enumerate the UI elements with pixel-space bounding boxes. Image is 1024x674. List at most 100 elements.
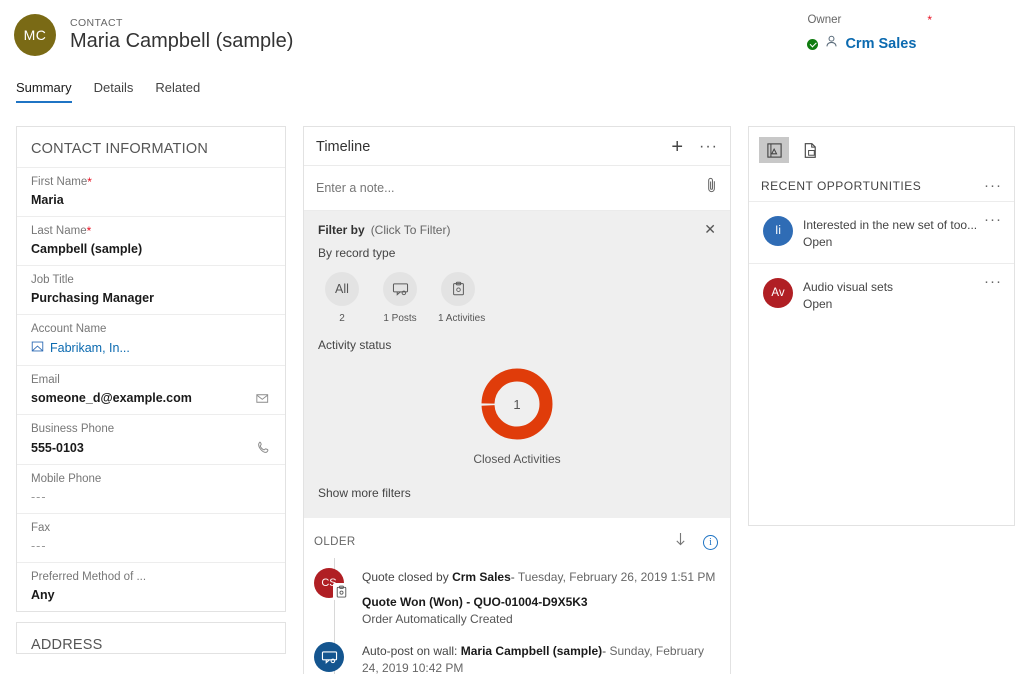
opportunity-more-commands-icon[interactable]: ···	[984, 212, 1002, 227]
chip-all-glyph: All	[325, 272, 359, 306]
required-indicator: *	[87, 175, 92, 189]
filter-subtitle: By record type	[318, 246, 396, 260]
section-more-commands-icon[interactable]: ···	[984, 178, 1002, 193]
field-value[interactable]: 555-0103	[31, 441, 84, 455]
field-label: Email	[31, 374, 60, 386]
field-label: Fax	[31, 522, 51, 534]
entry-timestamp: Tuesday, February 26, 2019 1:51 PM	[517, 570, 716, 584]
add-timeline-record-icon[interactable]: +	[671, 137, 683, 157]
field-label: Last Name	[31, 225, 87, 237]
avatar: MC	[14, 14, 56, 56]
field-value[interactable]: someone_d@example.com	[31, 391, 192, 405]
info-icon[interactable]: i	[703, 534, 718, 550]
close-icon[interactable]: ✕	[704, 222, 716, 236]
entry-actor: Maria Campbell (sample)	[460, 644, 603, 658]
tab-relationship-assistant[interactable]	[759, 137, 789, 163]
field-business-phone: Business Phone 555-0103	[17, 414, 285, 464]
required-indicator: *	[927, 13, 932, 27]
entry-subject: Quote Won (Won) - QUO-01004-D9X5K3	[362, 595, 588, 609]
timeline-more-commands-icon[interactable]: ···	[699, 139, 718, 155]
attachment-icon[interactable]	[706, 177, 718, 199]
field-label: First Name	[31, 176, 88, 188]
timeline-header: Timeline + ···	[304, 127, 730, 166]
person-icon	[824, 34, 839, 54]
field-mobile-phone: Mobile Phone ---	[17, 464, 285, 513]
post-icon	[383, 272, 417, 306]
tab-details[interactable]: Details	[94, 80, 134, 101]
opportunity-status: Open	[803, 235, 833, 249]
donut-ring: 1	[479, 366, 555, 442]
field-preferred-method: Preferred Method of ... Any	[17, 562, 285, 611]
phone-icon[interactable]	[256, 440, 271, 455]
opportunity-more-commands-icon[interactable]: ···	[984, 274, 1002, 289]
field-value[interactable]: ---	[31, 539, 47, 553]
opportunity-status: Open	[803, 297, 833, 311]
field-value[interactable]: Maria	[31, 193, 64, 207]
filter-hint: (Click To Filter)	[370, 223, 451, 237]
chip-posts-count: 1 Posts	[383, 313, 417, 324]
list-item[interactable]: Av Audio visual sets Open ···	[749, 263, 1014, 325]
record-identity: MC CONTACT Maria Campbell (sample)	[0, 14, 293, 56]
page-title: Maria Campbell (sample)	[70, 30, 294, 52]
tab-summary[interactable]: Summary	[16, 80, 72, 103]
entry-description: Order Automatically Created	[362, 612, 513, 626]
right-panel-card: RECENT OPPORTUNITIES ··· Ii Interested i…	[748, 126, 1015, 526]
timeline-title: Timeline	[316, 139, 371, 155]
chip-all[interactable]: All 2	[322, 272, 362, 324]
account-lookup-link[interactable]: Fabrikam, In...	[31, 340, 130, 356]
presence-available-icon	[807, 38, 819, 50]
record-type-label: CONTACT	[70, 17, 123, 29]
entry-prefix: Auto-post on wall:	[362, 644, 458, 658]
timeline-note-input[interactable]: Enter a note...	[304, 166, 730, 211]
field-label: Mobile Phone	[31, 473, 102, 485]
show-more-filters-link[interactable]: Show more filters	[318, 486, 716, 500]
older-label: OLDER	[314, 536, 356, 548]
account-entity-icon	[31, 340, 44, 356]
entry-actor: Crm Sales	[452, 570, 511, 584]
activity-status-label: Activity status	[318, 338, 392, 352]
chip-activities[interactable]: 1 Activities	[438, 272, 486, 324]
field-last-name: Last Name * Campbell (sample)	[17, 216, 285, 265]
owner-label: Owner	[807, 14, 842, 26]
field-value[interactable]: ---	[31, 490, 47, 504]
chip-activities-count: 1 Activities	[438, 313, 486, 324]
tab-related-documents[interactable]	[795, 137, 825, 163]
owner-label-row: Owner *	[807, 14, 932, 26]
record-type-chips: All 2 1 Posts 1 Activities	[318, 272, 716, 324]
field-value[interactable]: Any	[31, 588, 55, 602]
timeline-entry[interactable]: CS Quote closed by Crm Sales- Tuesday, F…	[314, 558, 730, 632]
column-right: RECENT OPPORTUNITIES ··· Ii Interested i…	[748, 126, 1015, 526]
timeline-entry[interactable]: Auto-post on wall: Maria Campbell (sampl…	[314, 632, 730, 674]
field-label: Preferred Method of ...	[31, 571, 147, 583]
field-value[interactable]: Campbell (sample)	[31, 242, 142, 256]
form-columns: CONTACT INFORMATION First Name * Maria La…	[0, 110, 1024, 674]
recent-opportunities-title: RECENT OPPORTUNITIES	[761, 179, 922, 193]
list-item[interactable]: Ii Interested in the new set of too... O…	[749, 201, 1014, 263]
field-label: Job Title	[31, 274, 74, 286]
clipboard-icon	[441, 272, 475, 306]
chip-posts[interactable]: 1 Posts	[380, 272, 420, 324]
address-card-title: ADDRESS	[31, 637, 103, 653]
tab-related[interactable]: Related	[155, 80, 200, 101]
donut-caption: Closed Activities	[473, 452, 561, 466]
owner-name-link[interactable]: Crm Sales	[845, 36, 916, 52]
field-label: Business Phone	[31, 423, 115, 435]
column-middle: Timeline + ··· Enter a note... Filter by	[303, 126, 731, 674]
timeline-older-header: OLDER i	[304, 518, 730, 558]
clipboard-icon	[333, 583, 350, 600]
field-value[interactable]: Purchasing Manager	[31, 291, 154, 305]
field-label: Account Name	[31, 323, 107, 335]
email-icon[interactable]	[256, 392, 271, 405]
opportunity-name: Audio visual sets	[803, 280, 894, 294]
sort-descending-icon[interactable]	[674, 532, 687, 552]
closed-activities-chart[interactable]: 1 Closed Activities	[318, 366, 716, 466]
entry-prefix: Quote closed by	[362, 570, 449, 584]
record-tabs: Summary Details Related	[0, 80, 1024, 110]
owner-value[interactable]: Crm Sales	[807, 34, 932, 54]
timeline-card: Timeline + ··· Enter a note... Filter by	[303, 126, 731, 674]
opportunity-avatar: Ii	[763, 216, 793, 246]
right-panel-tabs	[749, 127, 1014, 169]
donut-center-value: 1	[513, 396, 521, 412]
timeline-entries: CS Quote closed by Crm Sales- Tuesday, F…	[304, 558, 730, 674]
chip-all-count: 2	[339, 313, 345, 324]
